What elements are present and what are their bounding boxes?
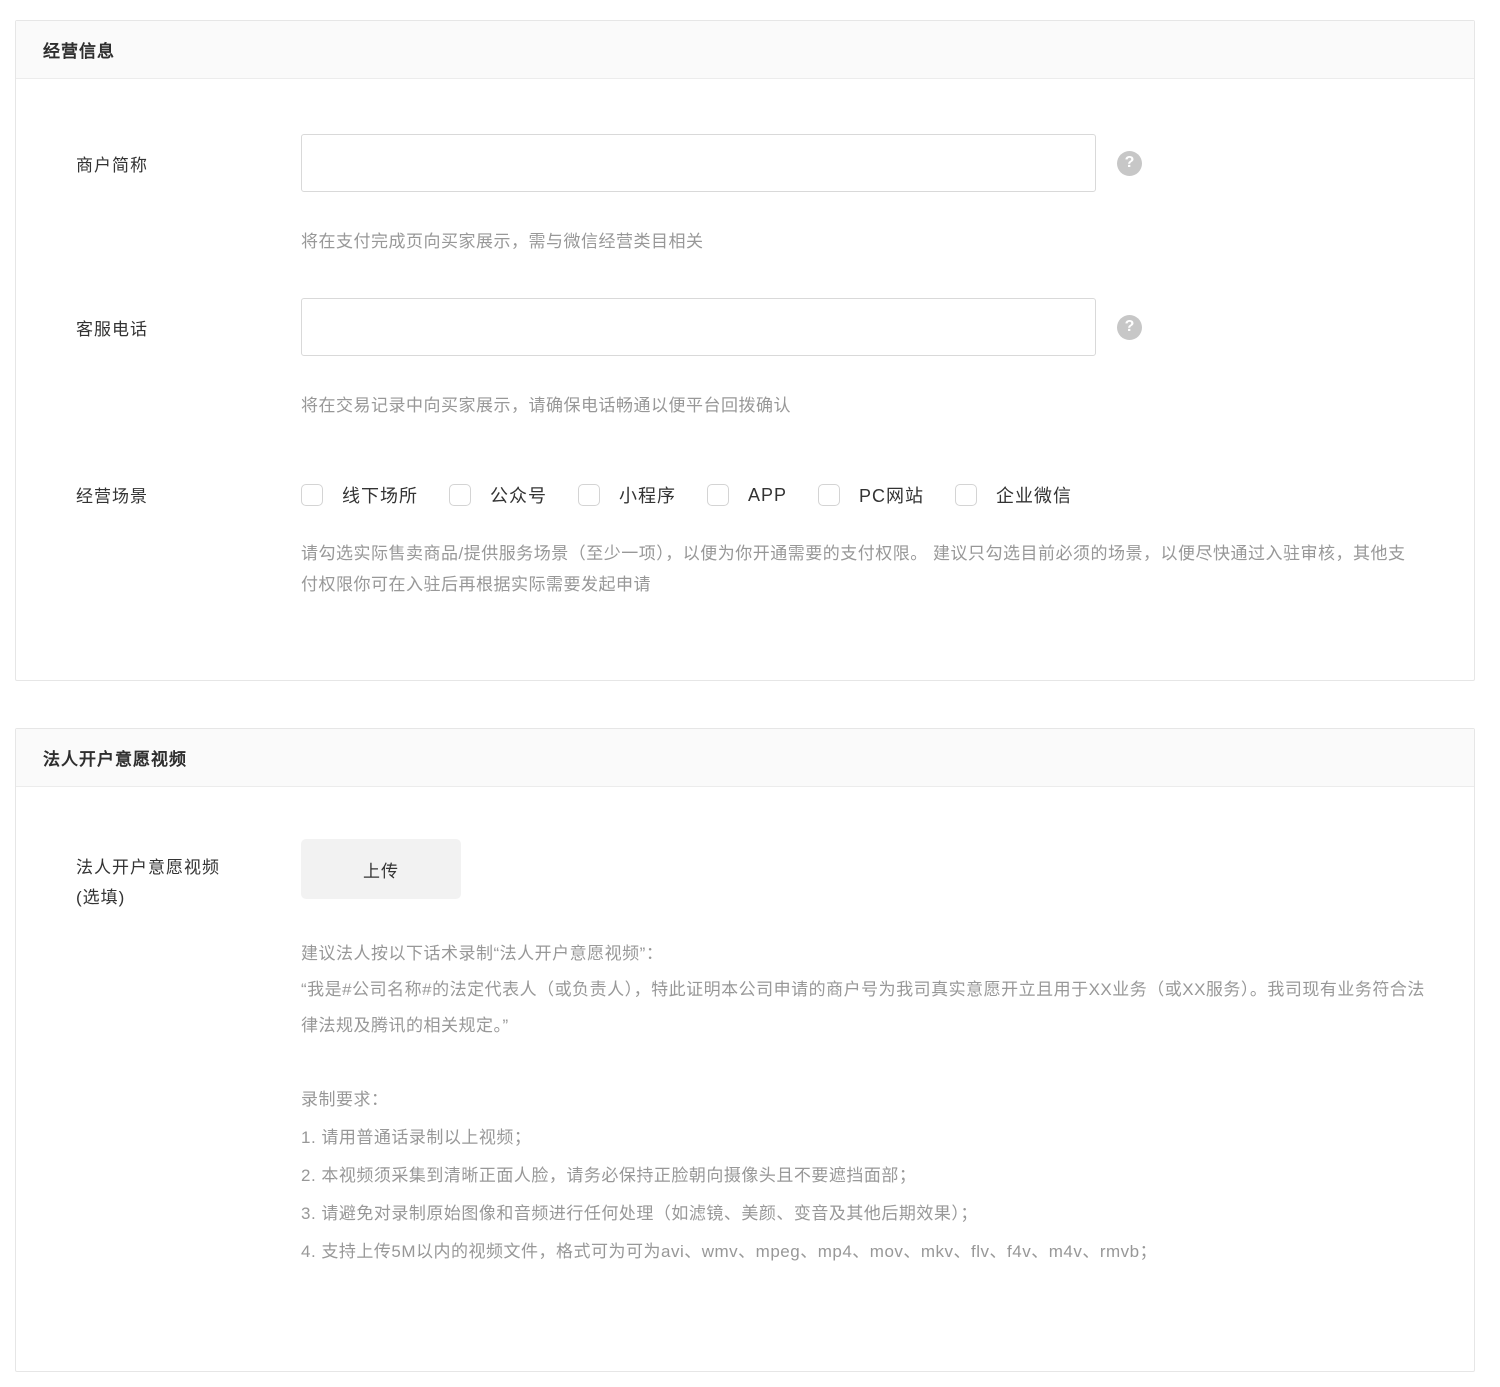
business-info-card-header: 经营信息 — [16, 21, 1474, 79]
scene-option-offline-label: 线下场所 — [342, 482, 418, 508]
scene-option-mini-program[interactable]: 小程序 — [578, 482, 676, 508]
business-scenes-label: 经营场景 — [76, 482, 301, 507]
checkbox-wecom-icon[interactable] — [955, 484, 977, 506]
video-recording-requirements: 录制要求： 1. 请用普通话录制以上视频； 2. 本视频须采集到清晰正面人脸，请… — [301, 1081, 1431, 1271]
legal-person-video-card-body: 法人开户意愿视频 (选填) 上传 建议法人按以下话术录制“法人开户意愿视频”： … — [16, 787, 1474, 1371]
legal-person-video-label-line1: 法人开户意愿视频 — [76, 853, 301, 883]
business-scenes-options: 线下场所 公众号 小程序 APP — [301, 482, 1454, 508]
service-phone-row: 客服电话 ? 将在交易记录中向买家展示，请确保电话畅通以便平台回拨确认 — [76, 298, 1454, 418]
business-scenes-row: 经营场景 线下场所 公众号 小程序 — [76, 482, 1454, 600]
service-phone-hint: 将在交易记录中向买家展示，请确保电话畅通以便平台回拨确认 — [301, 393, 1454, 418]
video-script-text: “我是#公司名称#的法定代表人（或负责人），特此证明本公司申请的商户号为我司真实… — [301, 972, 1431, 1044]
checkbox-mini-program-icon[interactable] — [578, 484, 600, 506]
scene-option-app[interactable]: APP — [707, 484, 787, 506]
scene-option-wecom-label: 企业微信 — [996, 482, 1072, 508]
requirement-item-2: 2. 本视频须采集到清晰正面人脸，请务必保持正脸朝向摄像头且不要遮挡面部； — [301, 1157, 1431, 1195]
requirement-item-3: 3. 请避免对录制原始图像和音频进行任何处理（如滤镜、美颜、变音及其他后期效果）… — [301, 1195, 1431, 1233]
service-phone-input[interactable] — [301, 298, 1096, 356]
upload-video-button[interactable]: 上传 — [301, 839, 461, 899]
requirement-item-1: 1. 请用普通话录制以上视频； — [301, 1119, 1431, 1157]
business-info-card-title: 经营信息 — [43, 37, 115, 62]
requirements-title: 录制要求： — [301, 1081, 1431, 1119]
scene-option-mini-program-label: 小程序 — [619, 482, 676, 508]
merchant-short-name-label: 商户简称 — [76, 134, 301, 176]
checkbox-offline-icon[interactable] — [301, 484, 323, 506]
legal-person-video-label: 法人开户意愿视频 (选填) — [76, 839, 301, 913]
video-script-description: 建议法人按以下话术录制“法人开户意愿视频”： “我是#公司名称#的法定代表人（或… — [301, 936, 1431, 1044]
merchant-short-name-input[interactable] — [301, 134, 1096, 192]
checkbox-official-account-icon[interactable] — [449, 484, 471, 506]
scene-option-wecom[interactable]: 企业微信 — [955, 482, 1072, 508]
scene-option-official-account[interactable]: 公众号 — [449, 482, 547, 508]
service-phone-label: 客服电话 — [76, 298, 301, 340]
business-scenes-hint: 请勾选实际售卖商品/提供服务场景（至少一项），以便为你开通需要的支付权限。 建议… — [301, 538, 1406, 600]
scene-option-pc-website-label: PC网站 — [859, 482, 924, 508]
business-info-card: 经营信息 商户简称 ? 将在支付完成页向买家展示，需与微信经营类目相关 客服电话… — [15, 20, 1475, 681]
scene-option-app-label: APP — [748, 485, 787, 506]
legal-person-video-card-title: 法人开户意愿视频 — [43, 745, 187, 770]
legal-person-video-card: 法人开户意愿视频 法人开户意愿视频 (选填) 上传 建议法人按以下话术录制“法人… — [15, 728, 1475, 1372]
legal-person-video-card-header: 法人开户意愿视频 — [16, 729, 1474, 787]
merchant-short-name-row: 商户简称 ? 将在支付完成页向买家展示，需与微信经营类目相关 — [76, 134, 1454, 254]
video-script-intro: 建议法人按以下话术录制“法人开户意愿视频”： — [301, 936, 1431, 972]
legal-person-video-label-line2: (选填) — [76, 883, 301, 913]
legal-person-video-row: 法人开户意愿视频 (选填) 上传 — [76, 839, 1454, 913]
merchant-short-name-hint: 将在支付完成页向买家展示，需与微信经营类目相关 — [301, 229, 1454, 254]
scene-option-official-account-label: 公众号 — [490, 482, 547, 508]
merchant-short-name-help-icon[interactable]: ? — [1117, 151, 1142, 176]
requirement-item-4: 4. 支持上传5M以内的视频文件，格式可为可为avi、wmv、mpeg、mp4、… — [301, 1233, 1431, 1271]
scene-option-offline[interactable]: 线下场所 — [301, 482, 418, 508]
scene-option-pc-website[interactable]: PC网站 — [818, 482, 924, 508]
business-info-card-body: 商户简称 ? 将在支付完成页向买家展示，需与微信经营类目相关 客服电话 ? 将在… — [16, 79, 1474, 680]
checkbox-app-icon[interactable] — [707, 484, 729, 506]
service-phone-help-icon[interactable]: ? — [1117, 315, 1142, 340]
checkbox-pc-website-icon[interactable] — [818, 484, 840, 506]
